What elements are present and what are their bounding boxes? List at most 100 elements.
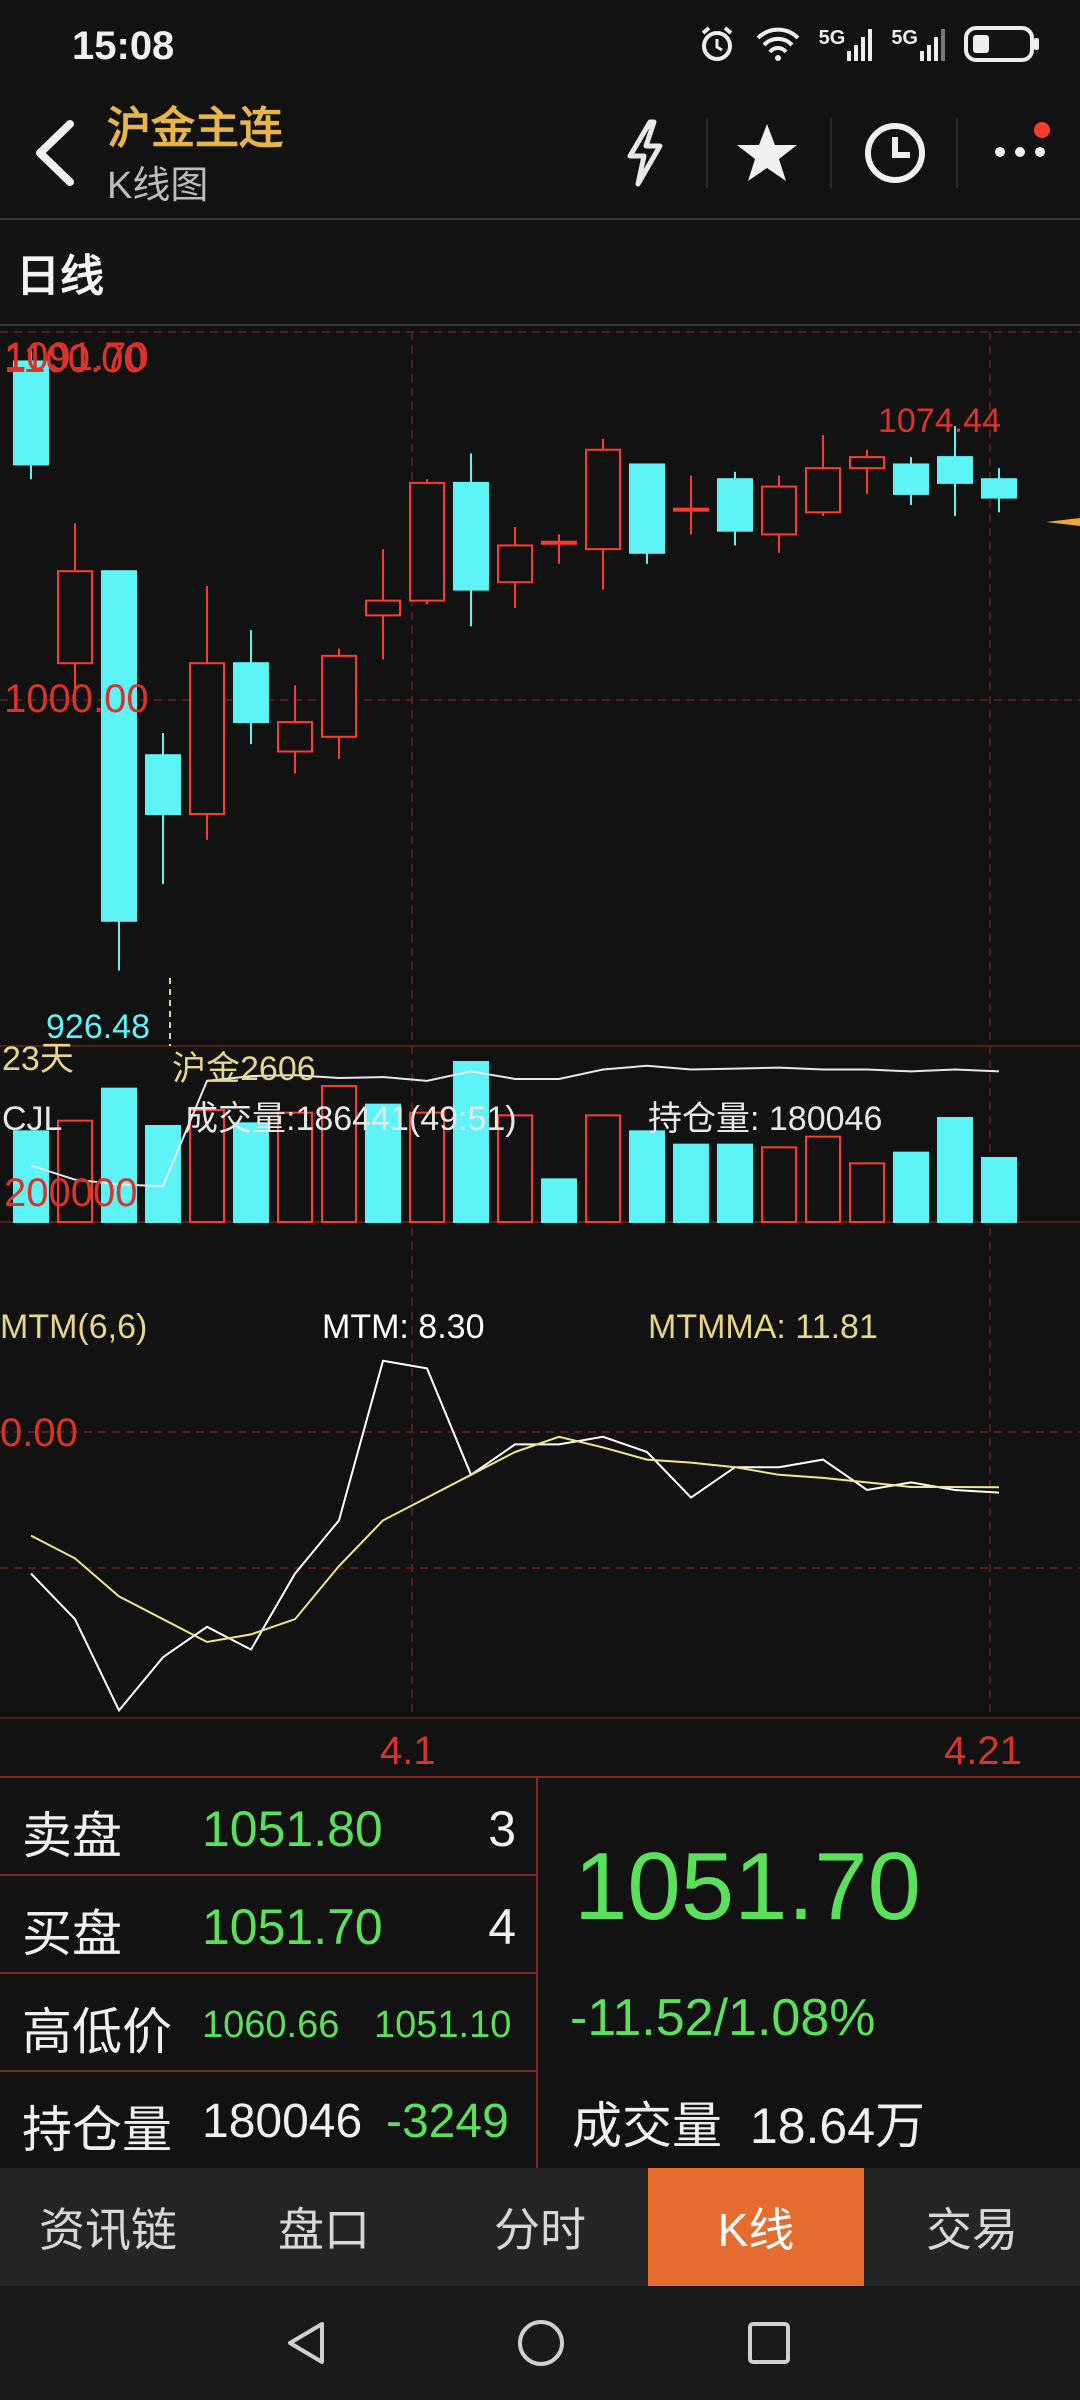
header-divider bbox=[706, 118, 708, 188]
more-icon[interactable] bbox=[990, 118, 1060, 188]
high-low-label: 高低价 bbox=[22, 2004, 172, 2060]
volume-bar-up bbox=[805, 1135, 841, 1224]
bid-label: 买盘 bbox=[22, 1906, 122, 1962]
volume-bar-up bbox=[585, 1114, 621, 1223]
star-icon[interactable] bbox=[732, 118, 802, 188]
header-divider bbox=[830, 118, 832, 188]
volume-bars bbox=[13, 1061, 1017, 1224]
open-interest-value: 180046 bbox=[202, 2095, 363, 2148]
flash-icon[interactable] bbox=[620, 118, 670, 188]
candle-down bbox=[629, 463, 665, 554]
status-icons: 5G 5G bbox=[697, 24, 1040, 64]
system-navbar bbox=[0, 2286, 1080, 2400]
candle-down bbox=[101, 570, 137, 922]
signal-bars-icon bbox=[847, 29, 873, 61]
candle-down bbox=[937, 456, 973, 484]
status-bar: 15:08 5G 5G bbox=[0, 0, 1080, 100]
candle-up bbox=[277, 721, 313, 753]
tab-label: 分时 bbox=[494, 2204, 586, 2256]
candle-up bbox=[761, 485, 797, 536]
ask-row[interactable]: 卖盘 1051.80 3 bbox=[0, 1778, 536, 1876]
candle-up bbox=[849, 456, 885, 470]
page-title: 沪金主连 bbox=[107, 104, 283, 153]
open-interest-label: 持仓量 bbox=[22, 2102, 172, 2158]
candle-up bbox=[585, 448, 621, 551]
volume-bar-up bbox=[761, 1146, 797, 1223]
period-label[interactable]: 日线 bbox=[16, 240, 104, 304]
battery-icon bbox=[964, 26, 1039, 62]
open-interest-row: 持仓量 180046 -3249 bbox=[0, 2072, 536, 2168]
open-interest-change: -3249 bbox=[386, 2095, 509, 2148]
signal-5g-1: 5G bbox=[819, 27, 874, 61]
low-price: 1051.10 bbox=[374, 2004, 512, 2046]
candle-up bbox=[57, 570, 93, 665]
open-interest-readout: 持仓量: 180046 bbox=[648, 1100, 882, 1138]
candle-down bbox=[145, 754, 181, 816]
alarm-icon bbox=[701, 26, 732, 61]
bottom-tabs: 资讯链 盘口 分时 K线 交易 bbox=[0, 2168, 1080, 2286]
mtmma-value: MTMMA: 11.81 bbox=[648, 1308, 878, 1346]
candle-down bbox=[453, 481, 489, 591]
volume-summary-label: 成交量 bbox=[572, 2098, 722, 2154]
price-label-mid: 1000.00 bbox=[4, 677, 149, 721]
signal-bars-icon bbox=[920, 29, 945, 61]
candle-up bbox=[321, 654, 357, 738]
tab-news-chain[interactable]: 资讯链 bbox=[0, 2168, 216, 2286]
bid-qty: 4 bbox=[488, 1899, 516, 1955]
tab-order-book[interactable]: 盘口 bbox=[216, 2168, 432, 2286]
volume-axis-label: 200000 bbox=[4, 1171, 137, 1215]
nav-home-icon[interactable] bbox=[514, 2316, 568, 2370]
candle-up bbox=[365, 599, 401, 617]
volume-bar-down bbox=[893, 1151, 929, 1224]
page-subtitle: K线图 bbox=[107, 165, 209, 207]
max-price-marker: 1074.44 bbox=[878, 402, 1001, 440]
nav-back-icon[interactable] bbox=[282, 2318, 332, 2368]
nav-recents-icon[interactable] bbox=[744, 2318, 794, 2368]
history-icon[interactable] bbox=[860, 118, 930, 188]
bid-price: 1051.70 bbox=[202, 1899, 383, 1955]
volume-bar-down bbox=[145, 1125, 181, 1223]
signal-5g-label: 5G bbox=[891, 27, 918, 49]
mtm-line bbox=[30, 1359, 1000, 1713]
period-bar[interactable] bbox=[0, 218, 1080, 326]
candle-up bbox=[541, 540, 577, 545]
volume-bar-down bbox=[629, 1130, 665, 1223]
last-price: 1051.70 bbox=[574, 1833, 922, 1940]
signal-5g-label: 5G bbox=[818, 27, 846, 49]
tab-trade[interactable]: 交易 bbox=[864, 2168, 1080, 2286]
candle-up bbox=[409, 481, 445, 602]
kline-chart[interactable]: 1091.70 1100.00 1000.00 1074.44 926.48 2… bbox=[0, 322, 1080, 1776]
volume-readout: 成交量:186441(49:51) bbox=[184, 1100, 517, 1138]
tab-label: K线 bbox=[717, 2204, 795, 2256]
wifi-icon bbox=[756, 27, 800, 61]
volume-bar-down bbox=[453, 1061, 489, 1223]
ask-qty: 3 bbox=[488, 1801, 516, 1857]
quote-divider bbox=[536, 1776, 538, 2168]
volume-summary-value: 18.64万 bbox=[749, 2098, 926, 2154]
volume-bar-down bbox=[541, 1178, 577, 1223]
high-low-row: 高低价 1060.66 1051.10 bbox=[0, 1974, 536, 2072]
candle-up bbox=[805, 467, 841, 514]
mtm-label: MTM(6,6) bbox=[0, 1308, 147, 1346]
days-label: 23天 bbox=[2, 1040, 74, 1078]
tab-intraday[interactable]: 分时 bbox=[432, 2168, 648, 2286]
volume-bar-down bbox=[981, 1157, 1017, 1223]
ask-price: 1051.80 bbox=[202, 1801, 383, 1857]
candle-down bbox=[233, 662, 269, 724]
mtmma-line bbox=[30, 1435, 1000, 1644]
header-divider bbox=[956, 118, 958, 188]
mtm-value: MTM: 8.30 bbox=[322, 1308, 484, 1346]
candles bbox=[13, 346, 1017, 971]
price-label-high: 1100.00 bbox=[4, 337, 146, 381]
signal-5g-2: 5G bbox=[891, 27, 946, 61]
bid-row[interactable]: 买盘 1051.70 4 bbox=[0, 1876, 536, 1974]
tab-kline[interactable]: K线 bbox=[648, 2168, 864, 2286]
price-change: -11.52/1.08% bbox=[570, 1989, 876, 2047]
volume-summary: 成交量 18.64万 bbox=[572, 2086, 925, 2158]
volume-bar-down bbox=[717, 1143, 753, 1224]
candle-up bbox=[497, 544, 533, 584]
tab-label: 交易 bbox=[926, 2204, 1018, 2256]
back-icon[interactable] bbox=[24, 118, 84, 188]
date-label-right: 4.21 bbox=[944, 1729, 1022, 1773]
grid bbox=[0, 331, 1080, 1719]
